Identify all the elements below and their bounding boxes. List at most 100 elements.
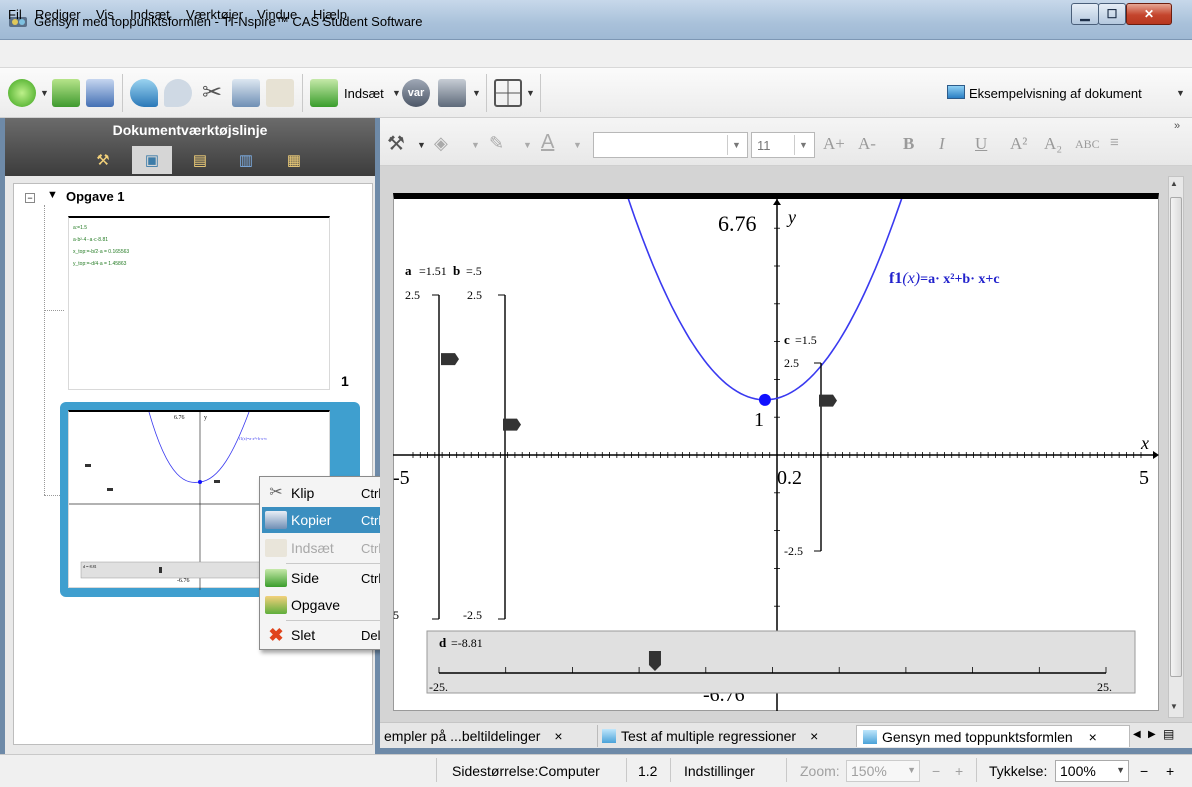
menu-help[interactable]: Hjælp <box>313 7 347 22</box>
tab-list-icon[interactable]: ▤ <box>1163 727 1174 741</box>
tools-dropdown-icon[interactable]: ▼ <box>417 140 426 150</box>
zoom-dropdown-icon: ▼ <box>907 765 916 775</box>
tab-close-icon[interactable]: × <box>1089 729 1097 745</box>
tools-tab-icon[interactable]: ⚒ <box>83 146 123 174</box>
screenshot-icon[interactable] <box>438 79 466 107</box>
new-dropdown-icon[interactable]: ▼ <box>40 88 49 98</box>
tab-close-icon[interactable]: × <box>810 728 818 744</box>
menu-window[interactable]: Vindue <box>257 7 297 22</box>
scroll-down-icon[interactable]: ▼ <box>1170 702 1178 711</box>
preview-dropdown-icon[interactable]: ▼ <box>1176 88 1185 98</box>
slider-d-max: 25. <box>1097 680 1112 694</box>
var-button[interactable]: var <box>402 79 430 107</box>
slider-a-max: 2.5 <box>405 288 420 302</box>
vertex-y-label: 1 <box>754 409 764 431</box>
tab-scroll-left-icon[interactable]: ◀ <box>1133 729 1141 740</box>
thumb2-d-label: d =-8.81 <box>83 564 97 569</box>
redo-icon <box>164 79 192 107</box>
tab-doc-2[interactable]: Test af multiple regressioner × <box>597 725 849 747</box>
preview-button[interactable]: Eksempelvisning af dokument <box>969 86 1142 101</box>
tab-scroll-right-icon[interactable]: ▶ <box>1148 729 1156 740</box>
thickness-dropdown-icon[interactable]: ▼ <box>1116 765 1125 775</box>
insert-page-icon[interactable] <box>310 79 338 107</box>
page-size-status[interactable]: Sidestørrelse:Computer <box>452 763 600 779</box>
line-color-icon: ✎ <box>489 133 505 153</box>
tab-doc-3-active[interactable]: Gensyn med toppunktsformlen × <box>856 725 1130 747</box>
slider-c-max: 2.5 <box>784 356 799 370</box>
menu-file[interactable]: Fil <box>8 7 22 22</box>
page-number-1: 1 <box>341 373 349 389</box>
thumb2-bottom-label: -6.76 <box>177 578 190 584</box>
new-icon[interactable] <box>8 79 36 107</box>
slider-b-min: -2.5 <box>463 608 482 622</box>
slider-c-handle[interactable] <box>819 394 837 407</box>
slider-d-value: =-8.81 <box>451 636 483 650</box>
expand-triangle-icon[interactable]: ▼ <box>47 189 58 201</box>
font-size-select[interactable]: 11 ▼ <box>751 132 815 158</box>
vertex-point[interactable] <box>758 393 771 406</box>
x-axis-label: x <box>1140 433 1149 453</box>
slider-a-min-visible: 5 <box>393 608 399 622</box>
strikethrough-icon: ABC <box>1075 137 1100 151</box>
slider-a-handle[interactable] <box>441 353 459 366</box>
content-tab-icon[interactable]: ▥ <box>226 146 266 174</box>
menu-insert[interactable]: Indsæt <box>130 7 170 22</box>
copy-icon[interactable] <box>232 79 260 107</box>
tab-close-icon[interactable]: × <box>554 728 562 744</box>
tab-doc-1[interactable]: empler på ...beltildelinger × <box>384 725 590 747</box>
close-button[interactable]: ✕ <box>1126 3 1172 25</box>
explorer-tab-icon[interactable]: ▦ <box>274 146 314 174</box>
page-sorter-tab-icon[interactable]: ▣ <box>132 146 172 174</box>
thumb1-line: y_top:=-d/4·a = 1.45863 <box>73 261 127 267</box>
thumb2-y-label: y <box>204 415 207 421</box>
document-icon <box>863 729 877 744</box>
problem-label[interactable]: Opgave 1 <box>66 189 125 204</box>
settings-status[interactable]: Indstillinger <box>684 763 755 779</box>
function-curve[interactable] <box>624 199 908 401</box>
page-index-status: 1.2 <box>638 763 658 779</box>
menu-view[interactable]: Vis <box>96 7 114 22</box>
menu-edit[interactable]: Rediger <box>35 7 81 22</box>
slider-c-name: c <box>784 332 790 347</box>
svg-text:f1(x)=a· x²+b· x+c: f1(x)=a· x²+b· x+c <box>889 270 1000 287</box>
menu-tools[interactable]: Værktøjer <box>186 7 243 22</box>
tab-label: empler på ...beltildelinger <box>384 728 541 744</box>
collapse-icon[interactable]: − <box>25 193 35 203</box>
tools-icon[interactable]: ⚒ <box>387 131 405 156</box>
zoom-select: 150% ▼ <box>846 760 920 782</box>
thickness-decrease-icon[interactable]: − <box>1140 763 1148 779</box>
handheld-tab-icon[interactable]: ▤ <box>180 146 220 174</box>
undo-icon[interactable] <box>130 79 158 107</box>
ctx-label: Klip <box>291 485 315 501</box>
grow-font-icon: A+ <box>823 134 845 153</box>
shrink-font-icon: A- <box>858 134 876 153</box>
thickness-increase-icon[interactable]: + <box>1166 763 1174 779</box>
font-dropdown-icon[interactable]: ▼ <box>727 135 745 155</box>
ctx-label: Side <box>291 570 320 586</box>
open-icon[interactable] <box>52 79 80 107</box>
font-select[interactable]: ▼ <box>593 132 748 158</box>
maximize-button[interactable]: ☐ <box>1098 3 1126 25</box>
vertical-scrollbar[interactable]: ▲ ▼ <box>1168 176 1184 718</box>
thickness-select[interactable]: 100% ▼ <box>1055 760 1129 782</box>
scroll-thumb[interactable] <box>1170 197 1182 677</box>
minimize-button[interactable]: ▁ <box>1071 3 1099 25</box>
copy-icon <box>265 511 287 529</box>
save-icon[interactable] <box>86 79 114 107</box>
paste-icon <box>265 539 287 557</box>
screenshot-dropdown-icon[interactable]: ▼ <box>472 88 481 98</box>
insert-dropdown-icon[interactable]: ▼ <box>392 88 401 98</box>
slider-b-handle[interactable] <box>503 418 521 431</box>
layout-dropdown-icon[interactable]: ▼ <box>526 88 535 98</box>
scroll-up-icon[interactable]: ▲ <box>1170 179 1178 188</box>
page-thumbnail-1[interactable]: a:=1.5 a·b²·4··a·c·8.81 x_top:=-b/2·a = … <box>68 216 330 390</box>
size-dropdown-icon[interactable]: ▼ <box>794 135 812 155</box>
slider-b-max: 2.5 <box>467 288 482 302</box>
insert-button[interactable]: Indsæt <box>344 86 384 101</box>
slider-d-name: d <box>439 635 447 650</box>
cut-icon[interactable]: ✂ <box>198 79 226 107</box>
layout-icon[interactable] <box>494 79 522 107</box>
overflow-chevron-icon[interactable]: » <box>1174 120 1180 132</box>
graph-canvas[interactable]: 6.76 y x -5 5 1 0.2 -6.76 f1(x)=a· x²+b·… <box>393 199 1159 711</box>
fill-dropdown-icon: ▼ <box>471 140 480 150</box>
